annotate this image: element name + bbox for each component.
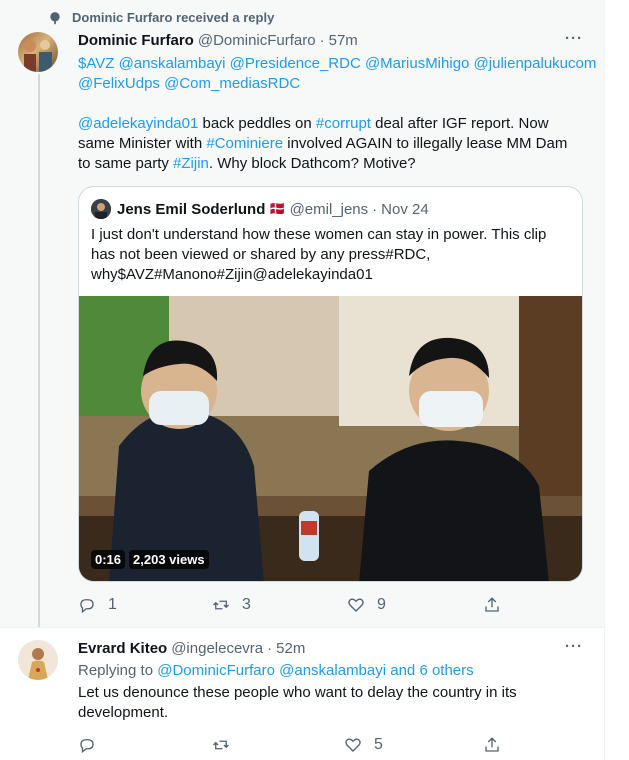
denmark-flag-icon: 🇩🇰: [269, 201, 286, 216]
reply-icon: [80, 739, 94, 754]
share-icon: [485, 597, 499, 612]
quoted-avatar: [91, 199, 111, 219]
more-icon[interactable]: ···: [565, 638, 583, 655]
separator-dot: ·: [267, 640, 273, 657]
like-count: 5: [374, 736, 383, 753]
retweet-icon: [213, 600, 229, 610]
quoted-text: I just don't understand how these women …: [91, 225, 561, 285]
video-badges: 0:16 2,203 views: [91, 550, 209, 569]
tweet-header: Evrard Kiteo @ingelecevra · 52m: [78, 640, 305, 657]
tweet-text-line-1: Let us denounce these people who want to…: [78, 684, 517, 701]
author-handle[interactable]: @ingelecevra: [171, 640, 263, 657]
tweet-text: Let us denounce these people who want to…: [78, 683, 517, 723]
thread-line: [38, 74, 40, 634]
like-count: 9: [377, 596, 386, 613]
retweet-count: 3: [242, 596, 251, 613]
mention-adelekayinda[interactable]: @adelekayinda01: [78, 115, 198, 132]
more-icon[interactable]: ···: [565, 30, 583, 47]
quoted-tweet[interactable]: Jens Emil Soderlund 🇩🇰 @emil_jens · Nov …: [78, 186, 583, 582]
video-views: 2,203 views: [129, 550, 209, 569]
reply-bubble-icon: [50, 11, 60, 24]
retweet-button[interactable]: 3: [212, 596, 251, 614]
author-name[interactable]: Evrard Kiteo: [78, 640, 167, 657]
tweet-text-part: back peddles on: [198, 115, 316, 132]
tweet-text-part: involved AGAIN to illegally lease MM Dam: [283, 135, 568, 152]
quoted-date: Nov 24: [381, 200, 429, 218]
replying-prefix: Replying to: [78, 662, 158, 679]
avatar[interactable]: [18, 640, 58, 680]
hashtag-corrupt[interactable]: #corrupt: [316, 115, 371, 132]
mentions-line-2[interactable]: @FelixUdps @Com_mediasRDC: [78, 74, 596, 94]
retweet-button[interactable]: [212, 736, 242, 754]
tweet-text: $AVZ @anskalambayi @Presidence_RDC @Mari…: [78, 54, 596, 174]
video-duration: 0:16: [91, 550, 126, 569]
tweet-evrard[interactable]: Evrard Kiteo @ingelecevra · 52m ··· Repl…: [0, 627, 604, 760]
video-frame: [79, 296, 582, 581]
avatar[interactable]: [18, 32, 58, 72]
heart-icon: [345, 738, 361, 752]
quoted-tweet-header: Jens Emil Soderlund 🇩🇰 @emil_jens · Nov …: [91, 199, 429, 219]
tweet-text-part: deal after IGF report. Now: [370, 115, 549, 132]
share-icon: [485, 737, 499, 752]
quoted-line-1: I just don't understand how these women …: [91, 226, 547, 243]
retweet-icon: [213, 740, 229, 750]
reply-button[interactable]: [78, 736, 108, 754]
social-context-text: Dominic Furfaro received a reply: [72, 10, 275, 25]
video-player[interactable]: 0:16 2,203 views: [79, 296, 582, 581]
quoted-line-2: has not been viewed or shared by any pre…: [91, 246, 431, 263]
like-button[interactable]: 9: [347, 596, 386, 614]
hashtag-cominiere[interactable]: #Cominiere: [206, 135, 283, 152]
mentions-line-1[interactable]: $AVZ @anskalambayi @Presidence_RDC @Mari…: [78, 54, 596, 74]
author-name[interactable]: Dominic Furfaro: [78, 32, 194, 49]
reply-icon: [80, 599, 94, 614]
timestamp[interactable]: 52m: [276, 640, 305, 657]
like-button[interactable]: 5: [344, 736, 383, 754]
tweet-text-part: same Minister with: [78, 135, 207, 152]
share-button[interactable]: [483, 596, 501, 614]
replying-to-users[interactable]: @DominicFurfaro @anskalambayi and 6 othe…: [157, 662, 473, 679]
tweet-text-line-2: development.: [78, 704, 169, 721]
replying-to: Replying to @DominicFurfaro @anskalambay…: [78, 661, 474, 681]
reply-count: 1: [108, 596, 117, 613]
timeline-edge: [604, 0, 629, 760]
share-button[interactable]: [483, 736, 501, 754]
tweet-dominic[interactable]: Dominic Furfaro received a reply Dominic…: [0, 0, 604, 634]
author-handle[interactable]: @DominicFurfaro: [198, 32, 316, 49]
hashtag-zijin[interactable]: #Zijin: [173, 155, 209, 172]
tweet-text-part: to same party: [78, 155, 174, 172]
heart-icon: [348, 598, 364, 612]
quoted-line-3: why$AVZ#Manono#Zijin@adelekayinda01: [91, 266, 373, 283]
separator-dot: ·: [372, 200, 378, 218]
reply-button[interactable]: 1: [78, 596, 117, 614]
quoted-author-handle: @emil_jens: [289, 200, 369, 218]
tweet-header: Dominic Furfaro @DominicFurfaro · 57m: [78, 32, 358, 49]
tweet-text-part: . Why block Dathcom? Motive?: [208, 155, 416, 172]
timestamp[interactable]: 57m: [329, 32, 358, 49]
quoted-author-name: Jens Emil Soderlund: [117, 200, 266, 218]
separator-dot: ·: [319, 32, 325, 49]
social-context: Dominic Furfaro received a reply: [48, 10, 274, 25]
